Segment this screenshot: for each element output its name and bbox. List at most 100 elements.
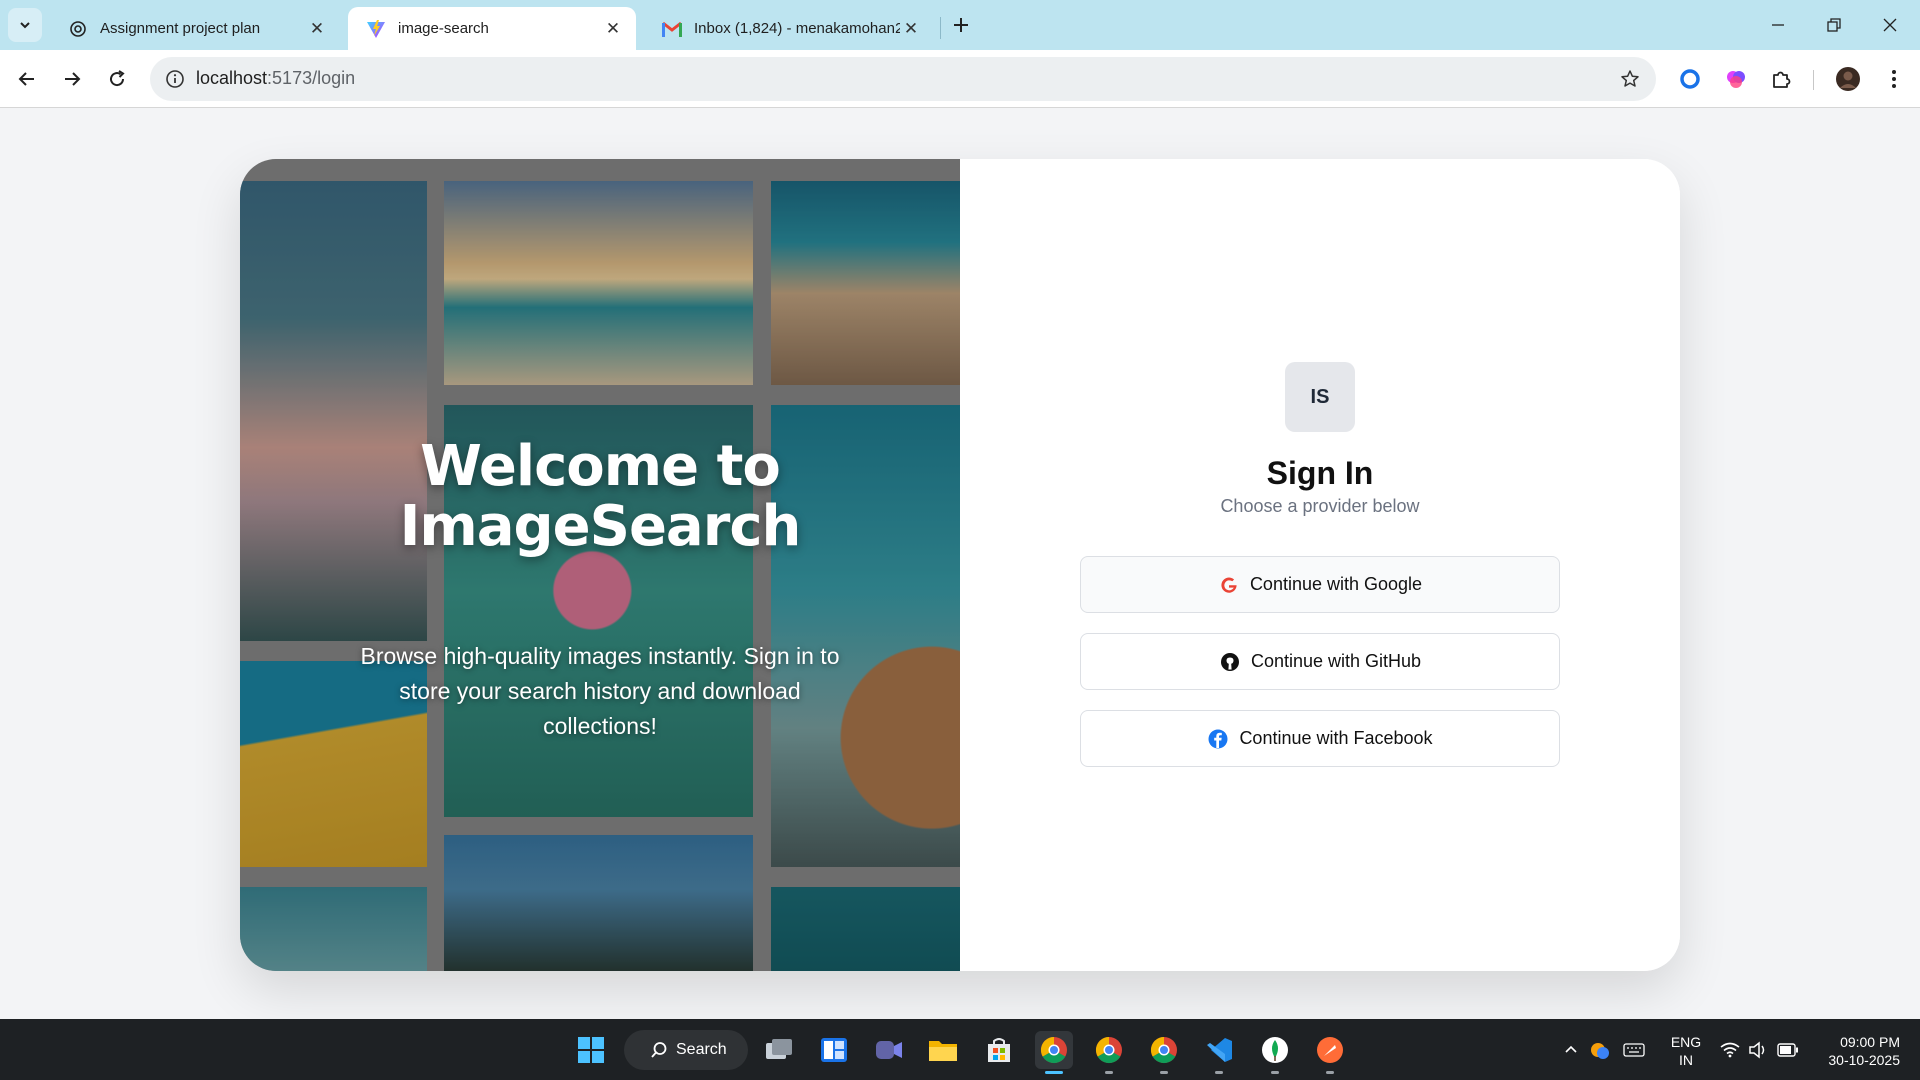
tab-search-button[interactable] [8,8,42,42]
touch-keyboard-button[interactable] [1622,1038,1646,1062]
running-indicator [1271,1071,1279,1074]
input-language-indicator[interactable]: ENG IN [1668,1033,1704,1069]
url-host: localhost [196,68,268,88]
profile-avatar[interactable] [1834,65,1862,93]
postman-icon [1317,1037,1343,1063]
close-window-button[interactable] [1870,8,1910,42]
new-tab-button[interactable] [948,12,974,38]
back-button[interactable] [9,61,45,97]
tab-strip: Assignment project plan ✕ image-search ✕… [0,0,1920,50]
google-icon [1218,574,1240,596]
url-path: :5173/login [267,68,356,88]
browser-toolbar: localhost:5173/login [0,50,1920,108]
openai-icon [68,19,88,39]
hero-title-line2: ImageSearch [399,494,802,559]
vscode-app[interactable] [1200,1031,1238,1074]
volume-control[interactable] [1746,1038,1770,1062]
battery-status[interactable] [1776,1038,1800,1062]
tray-colorful-icon [1591,1043,1609,1059]
tab-gmail-inbox[interactable]: Inbox (1,824) - menakamohan2 ✕ [644,7,934,50]
hero-panel: Welcome to ImageSearch Browse high-quali… [240,159,960,971]
chrome-profile-3-app[interactable] [1145,1031,1183,1074]
page-viewport: Welcome to ImageSearch Browse high-quali… [0,109,1920,1019]
clock[interactable]: 09:00 PM 30-10-2025 [1810,1033,1900,1069]
sign-in-title: Sign In [1266,455,1374,491]
search-icon [651,1042,667,1058]
hero-title: Welcome to ImageSearch [300,437,900,557]
clock-date: 30-10-2025 [1828,1052,1900,1068]
address-bar[interactable]: localhost:5173/login [150,57,1656,101]
toolbar-separator [1813,70,1814,90]
extensions-puzzle-icon[interactable] [1767,65,1795,93]
minimize-button[interactable] [1758,8,1798,42]
network-status[interactable] [1718,1038,1742,1062]
search-label: Search [676,1041,727,1058]
close-icon[interactable]: ✕ [306,18,328,40]
running-indicator [1105,1071,1113,1074]
chevron-up-icon [1565,1045,1577,1053]
running-indicator [1326,1071,1334,1074]
tray-app-icon[interactable] [1588,1038,1612,1062]
task-view-button[interactable] [760,1031,798,1069]
minimize-icon [1772,24,1784,26]
site-info-icon[interactable] [162,66,188,92]
close-icon[interactable]: ✕ [602,18,624,40]
vite-icon [366,19,386,39]
chrome-app-active[interactable] [1035,1031,1073,1074]
language-region: IN [1679,1052,1693,1068]
tab-title: Inbox (1,824) - menakamohan2 [694,20,900,37]
chrome-icon [1040,1036,1067,1064]
running-indicator [1160,1071,1168,1074]
teams-app[interactable] [870,1031,908,1069]
url-text[interactable]: localhost:5173/login [196,68,355,89]
start-button[interactable] [572,1031,610,1069]
file-explorer-app[interactable] [924,1031,962,1069]
google-sign-in-button[interactable]: Continue with Google [1080,556,1560,613]
close-icon[interactable]: ✕ [900,18,922,40]
github-sign-in-button[interactable]: Continue with GitHub [1080,633,1560,690]
widgets-button[interactable] [815,1031,853,1069]
restore-icon [1827,18,1841,32]
microsoft-store-app[interactable] [980,1031,1018,1069]
running-indicator [1045,1071,1063,1074]
widgets-icon [821,1038,847,1062]
mongodb-compass-app[interactable] [1256,1031,1294,1074]
vscode-icon [1207,1038,1232,1062]
chrome-profile-2-app[interactable] [1090,1031,1128,1074]
reload-button[interactable] [99,61,135,97]
postman-app[interactable] [1311,1031,1349,1074]
facebook-button-label: Continue with Facebook [1239,728,1433,748]
speaker-icon [1749,1041,1765,1059]
bookmark-star-icon[interactable] [1618,67,1642,91]
tab-separator [940,17,941,39]
taskbar-search[interactable]: Search [624,1030,748,1070]
show-hidden-icons-button[interactable] [1559,1038,1583,1062]
tab-title: image-search [398,20,489,37]
mongodb-leaf-icon [1262,1037,1288,1063]
hero-title-line1: Welcome to [420,434,781,499]
tab-assignment-project-plan[interactable]: Assignment project plan ✕ [50,7,340,50]
tab-image-search[interactable]: image-search ✕ [348,7,636,50]
sign-in-subtitle: Choose a provider below [1220,496,1420,516]
tab-title: Assignment project plan [100,20,261,37]
google-button-label: Continue with Google [1249,574,1423,594]
reload-icon [110,70,125,87]
hero-subtitle: Browse high-quality images instantly. Si… [360,643,840,739]
close-icon [1883,18,1897,32]
more-menu-icon[interactable] [1880,65,1908,93]
store-icon [988,1038,1010,1062]
plus-icon [954,18,968,32]
extension-circle-icon[interactable] [1676,65,1704,93]
running-indicator [1215,1071,1223,1074]
github-icon [1219,651,1241,673]
facebook-sign-in-button[interactable]: Continue with Facebook [1080,710,1560,767]
login-card: Welcome to ImageSearch Browse high-quali… [240,159,1680,971]
task-view-icon [766,1039,792,1059]
arrow-left-icon [18,72,34,86]
language-code: ENG [1670,1034,1702,1050]
restore-button[interactable] [1814,8,1854,42]
extension-brain-icon[interactable] [1722,65,1750,93]
forward-button[interactable] [54,61,90,97]
chrome-icon [1095,1036,1122,1064]
arrow-right-icon [65,72,81,86]
